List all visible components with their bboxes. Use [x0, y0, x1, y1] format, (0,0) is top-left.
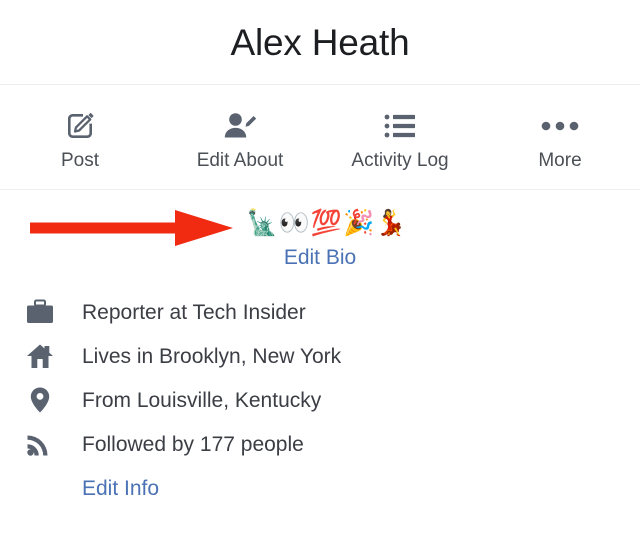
- edit-bio-row: Edit Bio: [0, 245, 640, 270]
- bulleted-list-icon: [384, 105, 416, 147]
- home-icon: [26, 343, 66, 369]
- action-button-edit-about[interactable]: Edit About: [160, 85, 320, 189]
- edit-info-link[interactable]: Edit Info: [82, 476, 159, 501]
- compose-pencil-square-icon: [63, 105, 97, 147]
- profile-info-list: Reporter at Tech Insider Lives in Brookl…: [0, 284, 640, 510]
- action-label-post: Post: [60, 149, 100, 171]
- info-text-from: From Louisville, Kentucky: [82, 388, 322, 412]
- action-label-more: More: [538, 149, 582, 171]
- info-row-from[interactable]: From Louisville, Kentucky: [0, 378, 640, 422]
- briefcase-icon: [26, 299, 66, 325]
- info-row-lives-in[interactable]: Lives in Brooklyn, New York: [0, 334, 640, 378]
- action-label-activity-log: Activity Log: [351, 149, 449, 171]
- person-pencil-icon: [222, 105, 258, 147]
- info-row-followers[interactable]: Followed by 177 people: [0, 422, 640, 466]
- edit-bio-link[interactable]: Edit Bio: [284, 246, 356, 269]
- info-text-work: Reporter at Tech Insider: [82, 300, 306, 324]
- rss-feed-icon: [26, 431, 66, 457]
- bio-emoji-text: 🗽👀💯🎉💃: [246, 208, 408, 237]
- action-button-more[interactable]: More: [480, 85, 640, 189]
- bio-section: 🗽👀💯🎉💃 Edit Bio: [0, 190, 640, 284]
- action-label-edit-about: Edit About: [196, 149, 284, 171]
- info-row-work[interactable]: Reporter at Tech Insider: [0, 290, 640, 334]
- info-text-lives-in: Lives in Brooklyn, New York: [82, 344, 342, 368]
- profile-action-bar: Post Edit About Activity Log More: [0, 85, 640, 190]
- info-text-followers: Followed by 177 people: [82, 432, 304, 456]
- ellipsis-horizontal-icon: [541, 105, 579, 147]
- action-button-post[interactable]: Post: [0, 85, 160, 189]
- edit-info-row: Edit Info: [0, 466, 640, 510]
- map-pin-icon: [26, 386, 66, 414]
- profile-header: Alex Heath: [0, 0, 640, 85]
- page-title: Alex Heath: [230, 21, 410, 63]
- action-button-activity-log[interactable]: Activity Log: [320, 85, 480, 189]
